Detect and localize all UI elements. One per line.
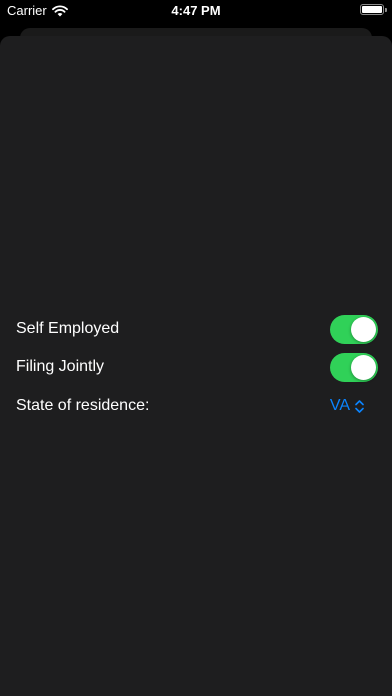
battery-icon	[360, 4, 387, 15]
state-value: VA	[329, 397, 350, 414]
toggle-knob	[351, 316, 376, 342]
state-picker[interactable]: VA	[330, 397, 364, 415]
chevron-up-down-icon	[355, 399, 364, 413]
state-label: State of residence:	[16, 397, 150, 414]
filing-jointly-row: Filing Jointly	[16, 348, 378, 386]
self-employed-row: Self Employed	[16, 310, 378, 348]
state-row: State of residence: VA	[16, 386, 378, 426]
battery-level	[362, 6, 382, 13]
filing-jointly-label: Filing Jointly	[16, 358, 105, 375]
self-employed-label: Self Employed	[16, 320, 120, 337]
toggle-knob	[351, 354, 376, 380]
status-time: 4:47 PM	[171, 3, 221, 18]
app-screen: Carrier 4:47 PM Self Employed Filing Joi…	[0, 0, 392, 696]
status-bar: Carrier 4:47 PM	[0, 0, 392, 22]
tax-settings-form: Self Employed Filing Jointly State of re…	[16, 310, 378, 426]
filing-jointly-toggle[interactable]	[330, 352, 378, 382]
battery-nub	[385, 7, 387, 12]
self-employed-toggle[interactable]	[330, 314, 378, 344]
